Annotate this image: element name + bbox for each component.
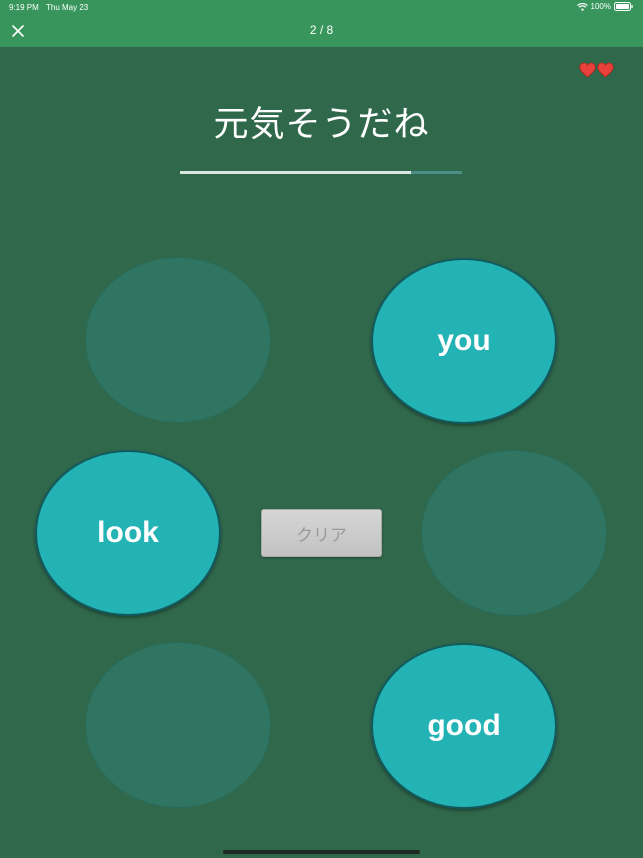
word-slot-empty [85, 642, 271, 808]
heart-icon [597, 62, 614, 78]
word-label: good [427, 709, 501, 742]
word-slot-empty [421, 450, 607, 616]
heart-icon [579, 62, 596, 78]
word-bubble-good[interactable]: good [371, 643, 557, 809]
status-bar: 9:19 PM Thu May 23 100% [0, 0, 643, 15]
timer-bar [180, 171, 462, 174]
prompt-sentence: 元気そうだね [213, 105, 430, 145]
word-slot-empty [85, 257, 271, 423]
nav-bar: 2 / 8 [0, 15, 643, 47]
home-indicator [223, 850, 420, 854]
timer-fill [180, 171, 412, 174]
status-right: 100% [576, 2, 633, 11]
word-bubble-look[interactable]: look [35, 450, 221, 616]
lives-indicator [579, 62, 614, 78]
clear-button[interactable]: クリア [261, 509, 382, 557]
wifi-icon [576, 2, 588, 11]
word-bubble-you[interactable]: you [371, 258, 557, 424]
battery-icon [614, 2, 633, 11]
battery-percent: 100% [590, 2, 611, 11]
question-progress: 2 / 8 [309, 23, 334, 37]
status-time: 9:19 PM [9, 3, 39, 12]
word-label: you [437, 324, 491, 357]
word-label: look [97, 516, 159, 549]
status-date: Thu May 23 [46, 3, 89, 12]
